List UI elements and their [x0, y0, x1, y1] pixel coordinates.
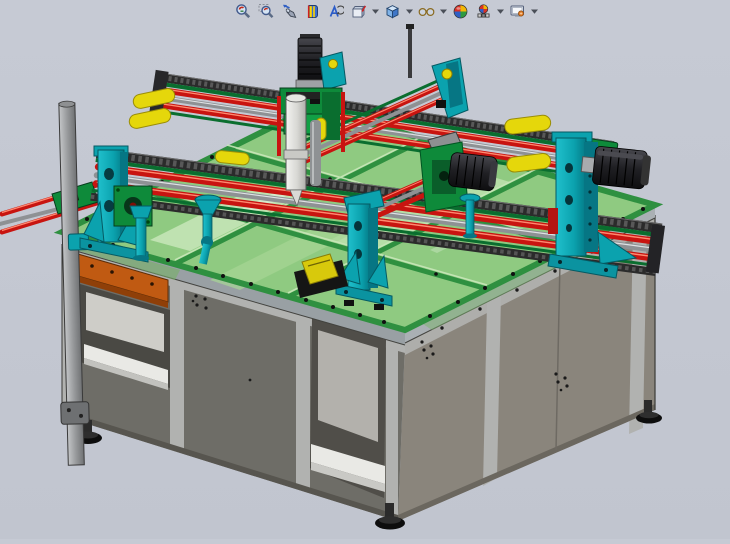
display-style-dropdown[interactable] [405, 1, 414, 21]
eyeglasses-icon [418, 3, 435, 20]
zoom-to-fit-icon [235, 3, 252, 20]
view-settings-dropdown[interactable] [530, 1, 539, 21]
view-settings-button[interactable] [507, 1, 528, 21]
lead-screw-shaft [406, 24, 414, 78]
view-settings-icon [509, 3, 526, 20]
dropdown-arrow-icon [497, 9, 504, 14]
dropdown-arrow-icon [531, 9, 538, 14]
section-view-icon [304, 3, 321, 20]
edit-appearance-button[interactable] [450, 1, 471, 21]
dropdown-arrow-icon [372, 9, 379, 14]
appearance-ball-icon [452, 3, 469, 20]
heads-up-view-toolbar [233, 1, 539, 21]
zoom-to-fit-button[interactable] [233, 1, 254, 21]
spindle[interactable] [284, 94, 308, 206]
section-view-button[interactable] [302, 1, 323, 21]
zoom-to-area-icon [258, 3, 275, 20]
machine-model[interactable] [0, 0, 730, 539]
view-orientation-icon [350, 3, 367, 20]
apply-scene-icon [475, 3, 492, 20]
previous-view-button[interactable] [279, 1, 300, 21]
display-style-button[interactable] [382, 1, 403, 21]
display-style-cube-icon [384, 3, 401, 20]
annotation-rotate-icon [327, 3, 344, 20]
hide-show-items-dropdown[interactable] [439, 1, 448, 21]
dropdown-arrow-icon [440, 9, 447, 14]
dynamic-annotation-views-button[interactable] [325, 1, 346, 21]
apply-scene-dropdown[interactable] [496, 1, 505, 21]
view-orientation-dropdown[interactable] [371, 1, 380, 21]
open-compartment-front[interactable] [310, 318, 386, 498]
previous-view-icon [281, 3, 298, 20]
zoom-to-area-button[interactable] [256, 1, 277, 21]
cad-viewport[interactable] [0, 0, 730, 539]
dropdown-arrow-icon [406, 9, 413, 14]
hide-show-items-button[interactable] [416, 1, 437, 21]
x-drive-motor[interactable] [448, 152, 499, 191]
apply-scene-button[interactable] [473, 1, 494, 21]
view-orientation-button[interactable] [348, 1, 369, 21]
z-motor[interactable] [296, 34, 324, 88]
